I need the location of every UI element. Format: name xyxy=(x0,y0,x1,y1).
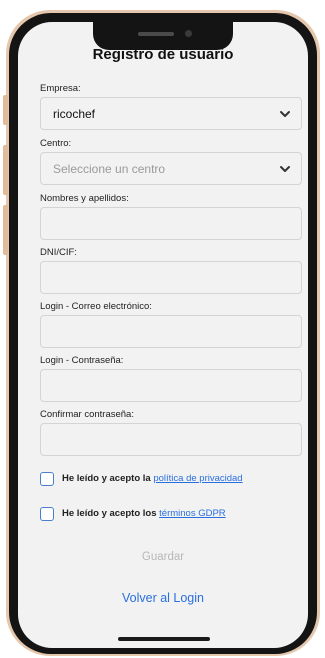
gdpr-checkbox-label: He leído y acepto los términos GDPR xyxy=(62,508,226,520)
phone-side-button-volume-down xyxy=(3,205,8,255)
email-label: Login - Correo electrónico: xyxy=(40,301,152,312)
phone-notch xyxy=(93,22,233,50)
nombres-label: Nombres y apellidos: xyxy=(40,193,129,204)
privacy-label-text: He leído y acepto la xyxy=(62,473,154,484)
gdpr-checkbox[interactable] xyxy=(40,507,54,521)
chevron-down-icon xyxy=(280,111,290,117)
empresa-select-value: ricochef xyxy=(53,107,96,121)
speaker-icon xyxy=(138,32,174,36)
phone-side-button-volume-up xyxy=(3,145,8,195)
centro-select[interactable]: Seleccione un centro xyxy=(40,152,302,185)
privacy-policy-link[interactable]: política de privacidad xyxy=(153,473,242,484)
phone-side-button-mute xyxy=(3,95,8,125)
privacy-checkbox-label: He leído y acepto la política de privaci… xyxy=(62,473,243,485)
centro-select-placeholder: Seleccione un centro xyxy=(53,162,166,176)
back-to-login-button[interactable]: Volver al Login xyxy=(18,590,308,606)
centro-label: Centro: xyxy=(40,138,72,149)
gdpr-label-text: He leído y acepto los xyxy=(62,508,160,519)
nombres-input[interactable] xyxy=(40,207,302,240)
camera-icon xyxy=(185,30,192,37)
privacy-checkbox[interactable] xyxy=(40,472,54,486)
email-input[interactable] xyxy=(40,315,302,348)
confirm-password-input[interactable] xyxy=(40,423,302,456)
home-indicator xyxy=(118,637,210,641)
empresa-label: Empresa: xyxy=(40,83,81,94)
save-button[interactable]: Guardar xyxy=(18,550,308,564)
chevron-down-icon xyxy=(280,166,290,172)
dni-input[interactable] xyxy=(40,261,302,294)
password-label: Login - Contraseña: xyxy=(40,355,124,366)
gdpr-terms-link[interactable]: términos GDPR xyxy=(159,508,226,519)
empresa-select[interactable]: ricochef xyxy=(40,97,302,130)
dni-label: DNI/CIF: xyxy=(40,247,77,258)
app-screen: Registro de usuario Empresa: ricochef Ce… xyxy=(18,22,308,648)
password-input[interactable] xyxy=(40,369,302,402)
confirm-password-label: Confirmar contraseña: xyxy=(40,409,134,420)
